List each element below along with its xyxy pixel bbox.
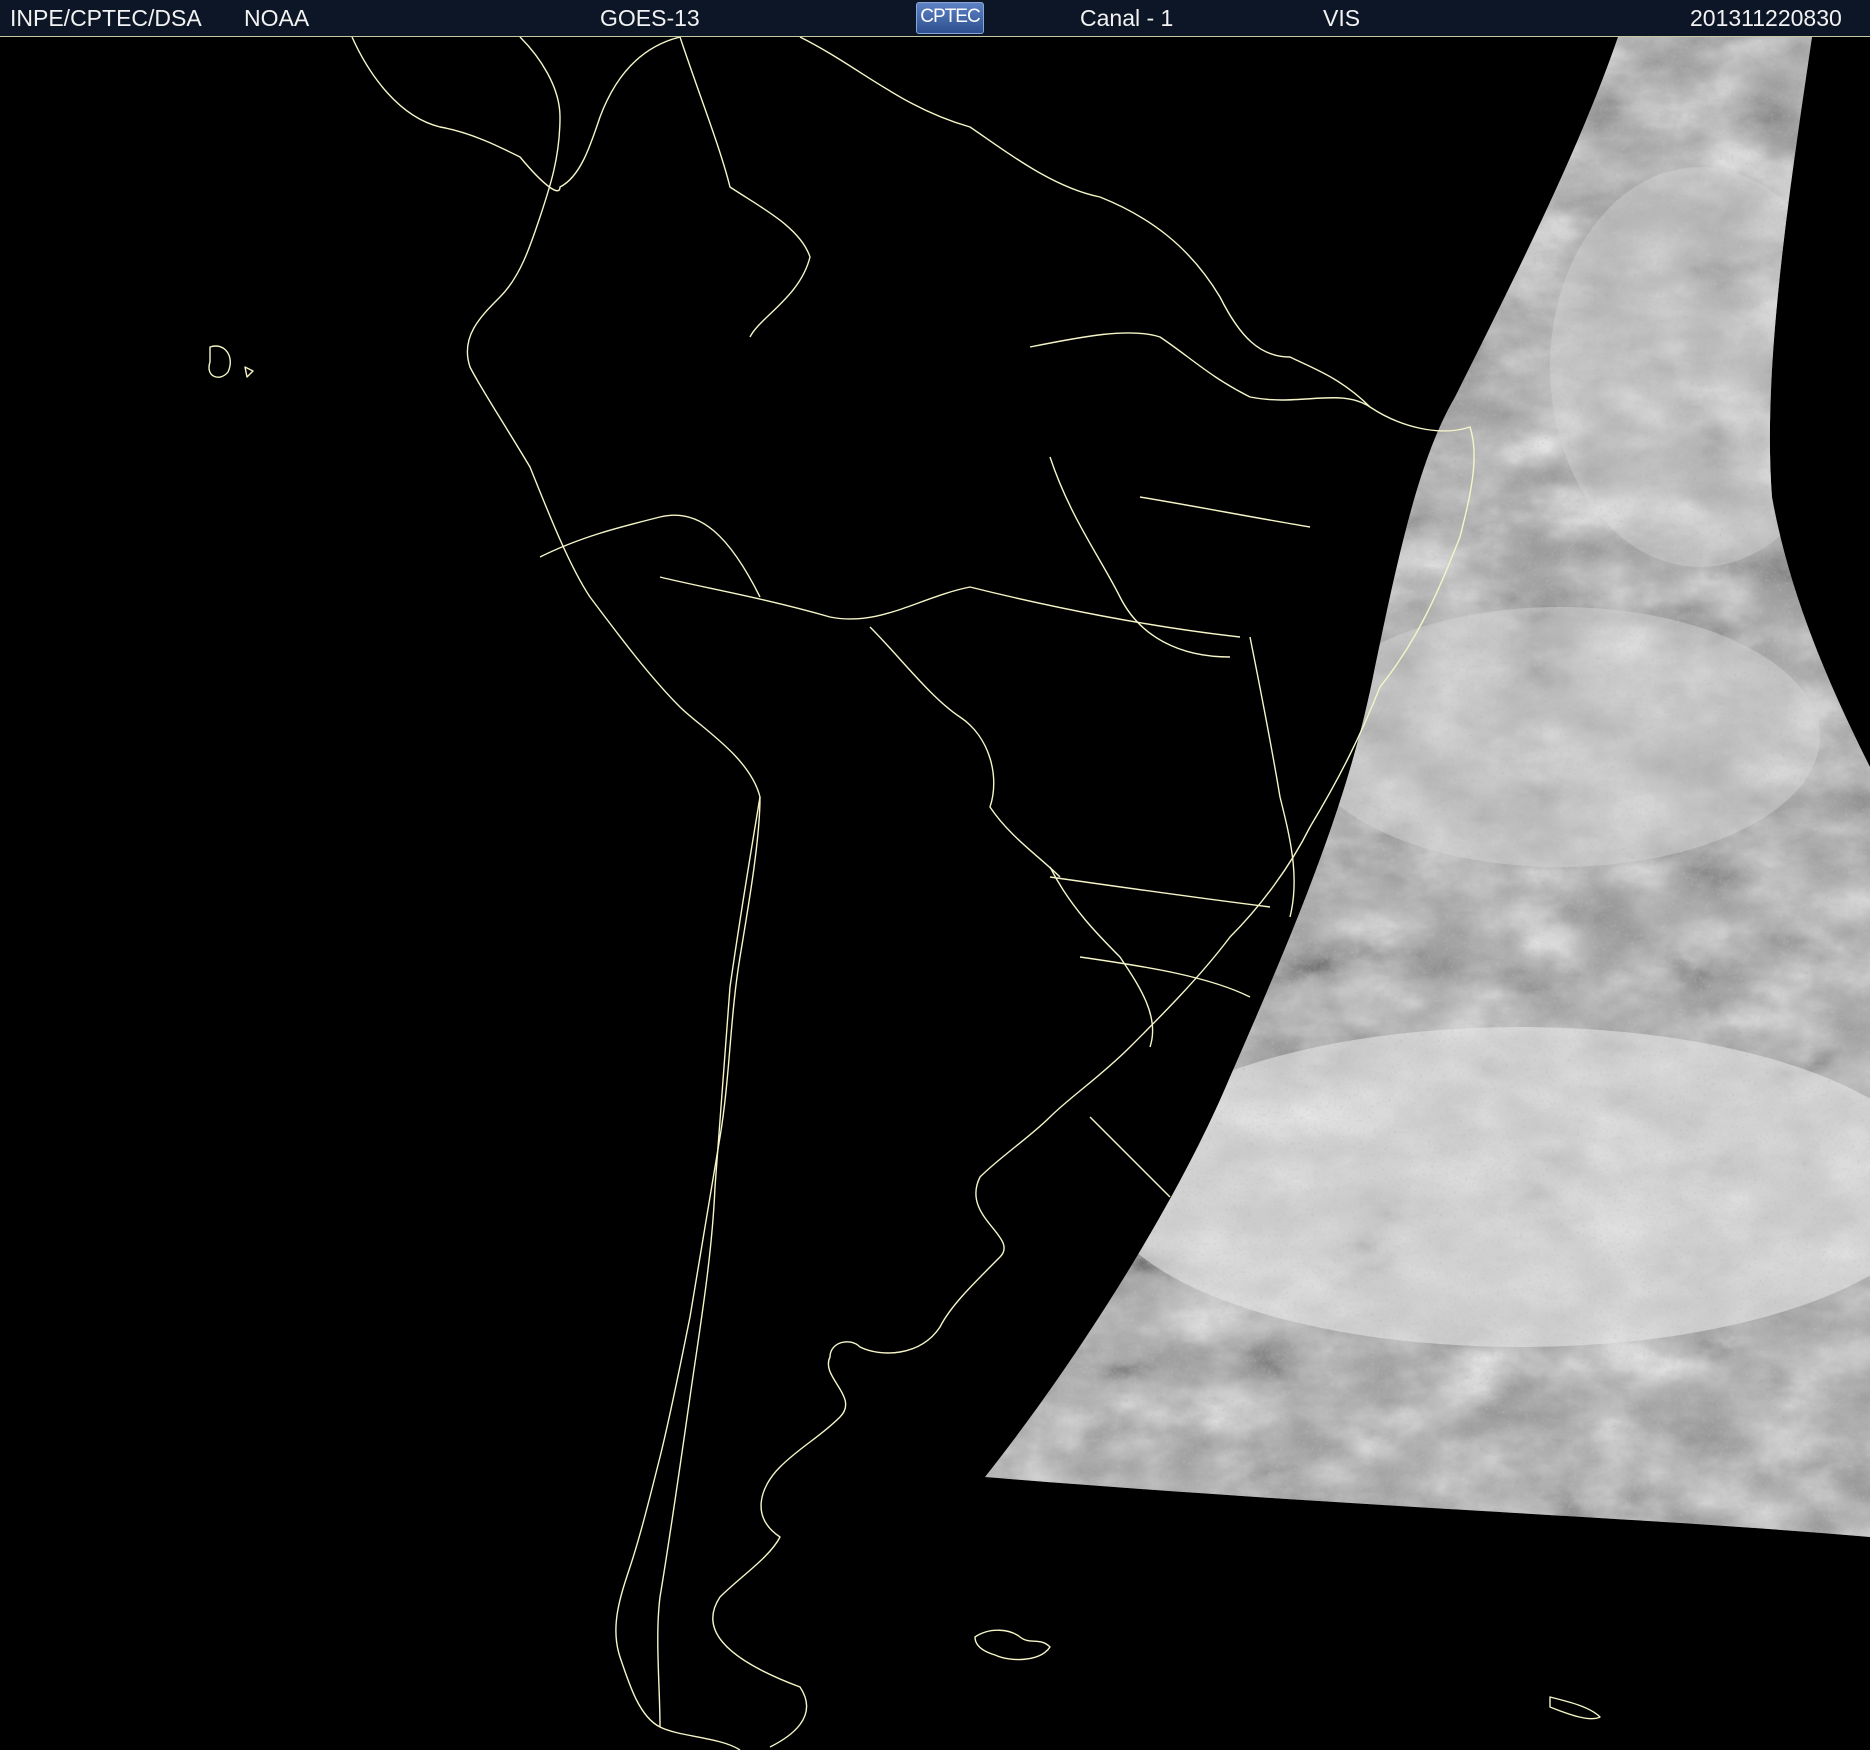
satellite-label: GOES-13	[600, 5, 700, 31]
band-label: VIS	[1323, 5, 1361, 31]
channel-label: Canal - 1	[1080, 5, 1174, 31]
source-label: NOAA	[244, 5, 310, 31]
agency-label: INPE/CPTEC/DSA	[10, 5, 202, 31]
logo-text: CPTEC	[920, 6, 980, 27]
cptec-logo: CPTEC	[916, 2, 984, 34]
satellite-map	[0, 37, 1870, 1750]
timestamp-label: 201311220830	[1690, 5, 1842, 31]
header-bar: INPE/CPTEC/DSA NOAA GOES-13 CPTEC Canal …	[0, 0, 1870, 37]
